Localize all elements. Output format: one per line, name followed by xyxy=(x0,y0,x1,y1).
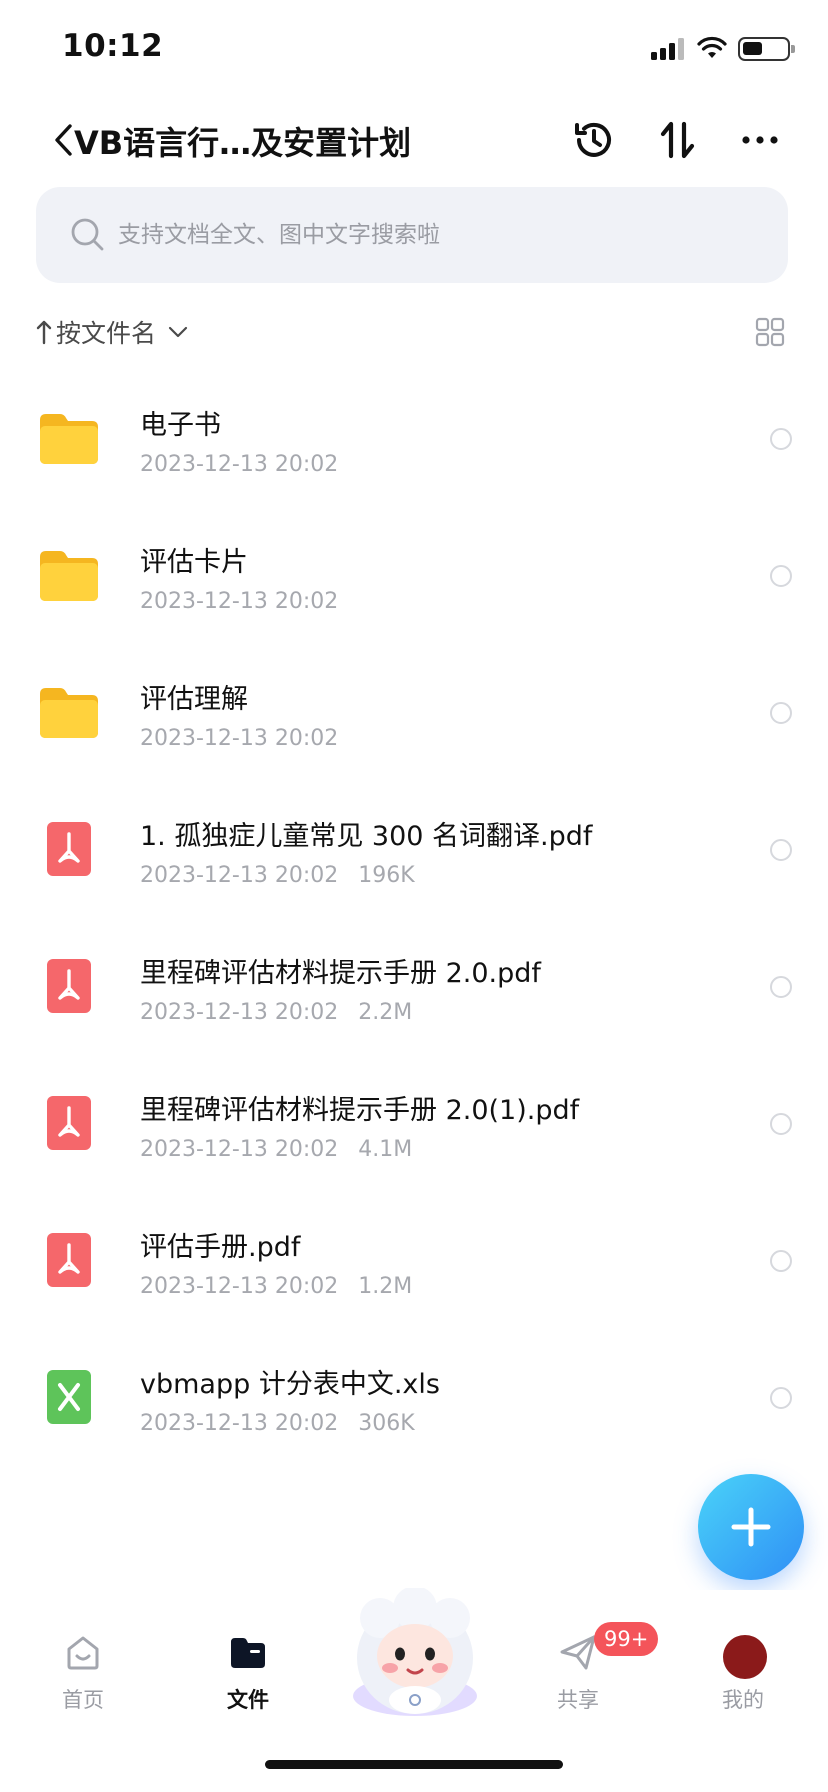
file-meta: 2023-12-13 20:02 306K xyxy=(140,1411,415,1436)
pdf-file-icon xyxy=(47,822,91,876)
select-checkbox[interactable] xyxy=(770,1113,792,1135)
file-meta: 2023-12-13 20:02 1.2M xyxy=(140,1274,412,1299)
tab-label: 我的 xyxy=(722,1688,764,1712)
file-name: 里程碑评估材料提示手册 2.0(1).pdf xyxy=(140,1095,580,1126)
folder-icon xyxy=(40,688,98,738)
file-name: 里程碑评估材料提示手册 2.0.pdf xyxy=(140,958,541,989)
folder-icon xyxy=(40,414,98,464)
cellular-signal-icon xyxy=(651,38,685,60)
file-size: 2.2M xyxy=(358,1000,413,1025)
pdf-file-icon xyxy=(47,1233,91,1287)
tab-files[interactable]: 文件 xyxy=(198,1630,298,1720)
history-icon[interactable] xyxy=(570,116,618,164)
tab-label: 共享 xyxy=(557,1688,599,1712)
search-icon xyxy=(71,218,104,251)
add-button[interactable] xyxy=(698,1474,804,1580)
select-checkbox[interactable] xyxy=(770,839,792,861)
select-checkbox[interactable] xyxy=(770,565,792,587)
file-name: 1. 孤独症儿童常见 300 名词翻译.pdf xyxy=(140,821,593,852)
wifi-icon xyxy=(697,36,727,58)
file-date: 2023-12-13 20:02 xyxy=(140,1411,339,1436)
file-size: 4.1M xyxy=(358,1137,413,1162)
avatar[interactable] xyxy=(723,1635,767,1679)
folder-icon xyxy=(231,1638,265,1668)
excel-file-icon xyxy=(47,1370,91,1424)
search-input[interactable] xyxy=(118,187,758,283)
tab-label: 首页 xyxy=(62,1688,104,1712)
back-icon[interactable] xyxy=(50,120,76,160)
nav-header: VB语言行…及安置计划 xyxy=(0,100,828,180)
sort-label: 按文件名 xyxy=(56,319,157,348)
file-date: 2023-12-13 20:02 xyxy=(140,1137,339,1162)
pdf-file-icon xyxy=(47,959,91,1013)
file-meta: 2023-12-13 20:02 xyxy=(140,589,338,614)
file-date: 2023-12-13 20:02 xyxy=(140,589,339,614)
plus-icon xyxy=(731,1507,771,1547)
file-meta: 2023-12-13 20:02 xyxy=(140,452,338,477)
file-date: 2023-12-13 20:02 xyxy=(140,863,339,888)
paper-plane-icon xyxy=(560,1635,596,1670)
mascot-assistant-icon[interactable] xyxy=(340,1588,490,1720)
more-icon[interactable] xyxy=(736,116,784,164)
file-meta: 2023-12-13 20:02 xyxy=(140,726,338,751)
status-bar: 10:12 xyxy=(0,0,828,100)
tab-home[interactable]: 首页 xyxy=(33,1630,133,1720)
grid-view-icon[interactable] xyxy=(754,316,786,348)
sort-transfer-icon[interactable] xyxy=(654,116,702,164)
tab-label: 文件 xyxy=(227,1688,269,1712)
list-item[interactable]: 电子书 2023-12-13 20:02 xyxy=(0,370,828,507)
search-bar[interactable] xyxy=(36,187,788,283)
file-size: 196K xyxy=(358,863,415,888)
file-size: 306K xyxy=(358,1411,415,1436)
list-item[interactable]: 里程碑评估材料提示手册 2.0(1).pdf 2023-12-13 20:02 4… xyxy=(0,1055,828,1192)
select-checkbox[interactable] xyxy=(770,976,792,998)
list-item[interactable]: 里程碑评估材料提示手册 2.0.pdf 2023-12-13 20:02 2.2M xyxy=(0,918,828,1055)
file-size: 1.2M xyxy=(358,1274,413,1299)
file-date: 2023-12-13 20:02 xyxy=(140,1000,339,1025)
pdf-file-icon xyxy=(47,1096,91,1150)
chevron-down-icon xyxy=(168,326,188,338)
sort-ascending-icon xyxy=(36,320,52,345)
file-meta: 2023-12-13 20:02 196K xyxy=(140,863,415,888)
file-date: 2023-12-13 20:02 xyxy=(140,726,339,751)
file-name: 评估卡片 xyxy=(140,547,248,578)
list-item[interactable]: 评估卡片 2023-12-13 20:02 xyxy=(0,507,828,644)
list-item[interactable]: 1. 孤独症儿童常见 300 名词翻译.pdf 2023-12-13 20:02… xyxy=(0,781,828,918)
folder-icon xyxy=(40,551,98,601)
file-meta: 2023-12-13 20:02 4.1M xyxy=(140,1137,412,1162)
list-item[interactable]: vbmapp 计分表中文.xls 2023-12-13 20:02 306K xyxy=(0,1329,828,1466)
file-date: 2023-12-13 20:02 xyxy=(140,1274,339,1299)
sort-selector[interactable]: 按文件名 xyxy=(36,310,190,354)
file-meta: 2023-12-13 20:02 2.2M xyxy=(140,1000,412,1025)
home-icon xyxy=(67,1636,99,1670)
file-name: 评估手册.pdf xyxy=(140,1232,301,1263)
list-item[interactable]: 评估理解 2023-12-13 20:02 xyxy=(0,644,828,781)
select-checkbox[interactable] xyxy=(770,1387,792,1409)
file-name: vbmapp 计分表中文.xls xyxy=(140,1369,440,1400)
select-checkbox[interactable] xyxy=(770,702,792,724)
list-item[interactable]: 评估手册.pdf 2023-12-13 20:02 1.2M xyxy=(0,1192,828,1329)
status-time: 10:12 xyxy=(62,28,164,64)
battery-icon xyxy=(738,37,795,61)
select-checkbox[interactable] xyxy=(770,1250,792,1272)
share-badge: 99+ xyxy=(594,1622,659,1656)
select-checkbox[interactable] xyxy=(770,428,792,450)
page-title: VB语言行…及安置计划 xyxy=(74,124,412,162)
file-name: 电子书 xyxy=(140,410,221,441)
file-name: 评估理解 xyxy=(140,684,248,715)
home-indicator xyxy=(265,1760,563,1769)
file-date: 2023-12-13 20:02 xyxy=(140,452,339,477)
